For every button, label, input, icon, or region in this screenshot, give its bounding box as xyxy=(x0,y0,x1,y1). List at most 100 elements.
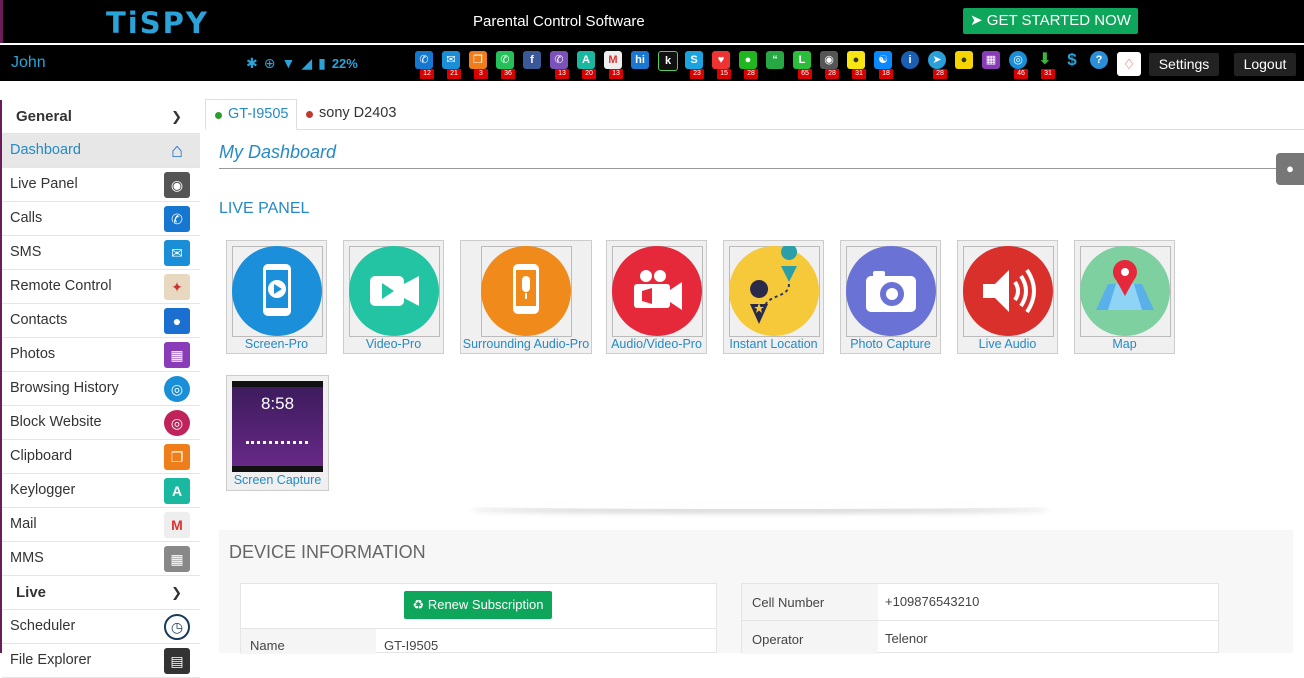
clipboard-app-icon[interactable]: ❐ 3 xyxy=(469,51,488,79)
badge: 21 xyxy=(447,69,461,79)
badge: 13 xyxy=(555,69,569,79)
kik-icon[interactable]: k xyxy=(658,51,678,71)
sidebar-item-label: Dashboard xyxy=(10,142,81,158)
tile-live-audio[interactable]: Live Audio xyxy=(957,240,1058,354)
line-icon[interactable]: L 65 xyxy=(793,51,812,79)
tile-screen-pro[interactable]: Screen-Pro xyxy=(226,240,327,354)
get-started-button[interactable]: ➤ GET STARTED NOW xyxy=(963,8,1138,34)
settings-button[interactable]: Settings xyxy=(1149,53,1219,76)
sidebar-item-block-website[interactable]: Block Website ◎ xyxy=(2,406,200,440)
tile-screen-capture[interactable]: 8:58 Screen Capture xyxy=(226,375,329,491)
badge: 20 xyxy=(582,69,596,79)
camera-icon xyxy=(866,271,916,312)
battery-icon: ▮ xyxy=(318,54,326,71)
sidebar-item-mms[interactable]: MMS ▦ xyxy=(2,542,200,576)
renew-subscription-button[interactable]: ♻ Renew Subscription xyxy=(404,591,552,619)
tile-label: Instant Location xyxy=(729,337,818,351)
sidebar-item-label: Live Panel xyxy=(10,176,78,192)
sidebar-item-mail[interactable]: Mail M xyxy=(2,508,200,542)
tile-surrounding-audio-pro[interactable]: Surrounding Audio-Pro xyxy=(460,240,592,354)
online-dot xyxy=(215,112,222,119)
download-icon[interactable]: ⬇ 31 xyxy=(1036,51,1055,79)
tile-audio-video-pro[interactable]: Audio/Video-Pro xyxy=(606,240,707,354)
sidebar-item-dashboard[interactable]: Dashboard ⌂ xyxy=(2,134,200,168)
sidebar-item-file-explorer[interactable]: File Explorer ▤ xyxy=(2,644,200,678)
sidebar-item-label: Keylogger xyxy=(10,482,76,498)
sidebar-item-label: Photos xyxy=(10,346,56,362)
remote-icon: ✦ xyxy=(164,274,190,300)
mms-icon: ▦ xyxy=(164,546,190,572)
navbar xyxy=(232,466,323,472)
tile-video-pro[interactable]: Video-Pro xyxy=(343,240,444,354)
tab-sony-d2403[interactable]: sony D2403 xyxy=(297,99,404,128)
sidebar-section-general[interactable]: General ❯ xyxy=(2,100,200,134)
sidebar-item-photos[interactable]: Photos ▦ xyxy=(2,338,200,372)
sidebar-item-keylogger[interactable]: Keylogger A xyxy=(2,474,200,508)
sidebar-item-label: Clipboard xyxy=(10,448,73,464)
instagram-icon[interactable]: ◉ 28 xyxy=(820,51,839,79)
wechat-icon[interactable]: ● 28 xyxy=(739,51,758,79)
screen-capture-preview: 8:58 xyxy=(232,381,323,472)
sidebar-item-label: Scheduler xyxy=(10,618,76,634)
sidebar-item-scheduler[interactable]: Scheduler ◷ xyxy=(2,610,200,644)
mail-app-icon[interactable]: ✉ 21 xyxy=(442,51,461,79)
sidebar-item-sms[interactable]: SMS ✉ xyxy=(2,236,200,270)
folder-icon: ▤ xyxy=(164,648,190,674)
video-camera-icon xyxy=(370,276,419,306)
lockscreen-time: 8:58 xyxy=(260,394,295,413)
home-icon: ⌂ xyxy=(170,140,184,162)
sidebar-item-clipboard[interactable]: Clipboard ❐ xyxy=(2,440,200,474)
tab-gt-i9505[interactable]: GT-I9505 xyxy=(205,99,298,130)
device-panel-right xyxy=(741,583,1219,654)
logout-button[interactable]: Logout xyxy=(1234,53,1296,76)
sidebar-item-label: Mail xyxy=(10,516,37,532)
sign-in-icon: ➤ xyxy=(970,12,987,29)
section-label: General xyxy=(16,108,72,125)
phone-app-icon[interactable]: ✆ 12 xyxy=(415,51,434,79)
clock-icon: ◷ xyxy=(164,614,190,640)
live-panel-title: LIVE PANEL xyxy=(219,200,310,217)
viber-icon[interactable]: ✆ 13 xyxy=(550,51,569,79)
clipboard-icon: ❐ xyxy=(164,444,190,470)
imo-icon[interactable]: i xyxy=(901,51,919,69)
sidebar-item-live-panel[interactable]: Live Panel ◉ xyxy=(2,168,200,202)
facebook-icon[interactable]: f xyxy=(523,51,541,69)
whatsapp-icon[interactable]: ✆ 36 xyxy=(496,51,515,79)
gmail-icon: M xyxy=(164,512,190,538)
badge: 15 xyxy=(717,69,731,79)
tile-map[interactable]: Map xyxy=(1074,240,1175,354)
globe-toggle-button[interactable]: ● xyxy=(1276,153,1304,185)
brand-logo[interactable]: TiSPY xyxy=(106,6,209,40)
tab-label: GT-I9505 xyxy=(228,106,289,122)
hike-icon[interactable]: hi xyxy=(631,51,649,69)
sidebar-item-calls[interactable]: Calls ✆ xyxy=(2,202,200,236)
skype-icon[interactable]: S 23 xyxy=(685,51,704,79)
sidebar-item-browsing-history[interactable]: Browsing History ◎ xyxy=(2,372,200,406)
tile-photo-capture[interactable]: Photo Capture xyxy=(840,240,941,354)
browser-app-icon[interactable]: ◎ 46 xyxy=(1009,51,1028,79)
cell-number-value: +109876543210 xyxy=(885,594,980,609)
snapchat-icon[interactable]: ● 31 xyxy=(847,51,866,79)
badge: 31 xyxy=(852,69,866,79)
gmail-app-icon[interactable]: M 13 xyxy=(604,51,623,79)
notification-bell-icon[interactable]: ♢ xyxy=(1117,52,1141,76)
hangouts-icon[interactable]: “ xyxy=(766,51,784,69)
route-pin-icon xyxy=(750,246,797,324)
tile-instant-location[interactable]: Instant Location xyxy=(723,240,824,354)
badge: 31 xyxy=(1041,69,1055,79)
sidebar-item-contacts[interactable]: Contacts ● xyxy=(2,304,200,338)
messenger-icon[interactable]: ☯ 18 xyxy=(874,51,893,79)
telegram-icon[interactable]: ➤ 28 xyxy=(928,51,947,79)
keylogger-app-icon[interactable]: A 20 xyxy=(577,51,596,79)
contact-icon: ● xyxy=(164,308,190,334)
tinder-icon[interactable]: ♥ 15 xyxy=(712,51,731,79)
kakaotalk-icon[interactable]: ● xyxy=(955,51,973,69)
photos-app-icon[interactable]: ▦ xyxy=(982,51,1000,69)
help-icon[interactable]: ? xyxy=(1090,51,1108,69)
dollar-icon[interactable]: $ xyxy=(1063,51,1081,69)
badge: 65 xyxy=(798,69,812,79)
sidebar-item-label: SMS xyxy=(10,244,42,260)
sidebar-item-remote-control[interactable]: Remote Control ✦ xyxy=(2,270,200,304)
sidebar-section-live[interactable]: Live ❯ xyxy=(2,576,200,610)
user-name[interactable]: John xyxy=(11,54,46,72)
